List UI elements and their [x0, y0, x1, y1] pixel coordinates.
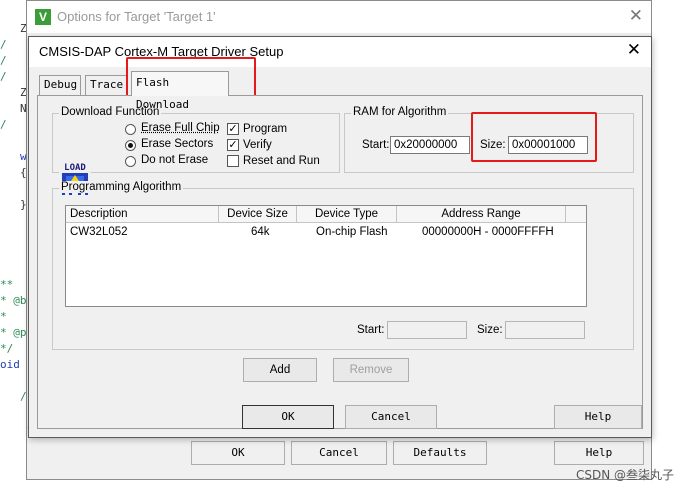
close-icon[interactable]: ✕ [629, 6, 643, 26]
erase-full-chip-radio[interactable] [125, 124, 136, 135]
algo-start-input[interactable] [387, 321, 467, 339]
close-icon[interactable]: ✕ [627, 40, 641, 60]
algo-size-input[interactable] [505, 321, 585, 339]
cell-address-range: 00000000H - 0000FFFFH [422, 226, 554, 238]
code-fragment: * @b [0, 294, 27, 307]
ram-start-label: Start: [362, 139, 390, 151]
cancel-button[interactable]: Cancel [345, 405, 437, 429]
ok-button[interactable]: OK [242, 405, 334, 429]
cell-description: CW32L052 [70, 226, 128, 238]
erase-sectors-radio[interactable] [125, 140, 136, 151]
reset-and-run-checkbox[interactable] [227, 155, 239, 167]
add-button[interactable]: Add [243, 358, 317, 382]
verify-label[interactable]: Verify [243, 139, 272, 151]
code-fragment: / [0, 70, 7, 83]
code-fragment: */ [0, 342, 14, 355]
verify-checkbox[interactable]: ✓ [227, 139, 239, 151]
options-window-title: Options for Target 'Target 1' [57, 9, 216, 24]
tab-trace[interactable]: Trace [85, 75, 127, 95]
help-button[interactable]: Help [554, 405, 642, 429]
options-title-bar[interactable]: V Options for Target 'Target 1' ✕ [27, 1, 651, 33]
highlight-box-size [471, 112, 597, 162]
program-checkbox[interactable]: ✓ [227, 123, 239, 135]
tab-flash-download[interactable]: Flash Download [131, 71, 229, 111]
do-not-erase-label[interactable]: Do not Erase [141, 154, 208, 166]
tab-debug[interactable]: Debug [39, 75, 81, 95]
do-not-erase-radio[interactable] [125, 156, 136, 167]
code-fragment: ** [0, 278, 14, 291]
column-header-filler [566, 206, 586, 223]
code-fragment: / [0, 54, 7, 67]
column-header-address-range[interactable]: Address Range [397, 206, 566, 223]
remove-button[interactable]: Remove [333, 358, 409, 382]
code-fragment: oid [0, 358, 20, 371]
code-fragment: * @p [0, 326, 27, 339]
help-button[interactable]: Help [554, 441, 644, 465]
watermark-text: CSDN @叁柒丸子 [575, 468, 674, 482]
code-editor-strip: Z / / / Z N / w { } ** * @b * * @p */ oi… [0, 0, 27, 491]
code-fragment: * [0, 310, 7, 323]
erase-full-chip-label[interactable]: Erase Full Chip [141, 122, 220, 134]
code-fragment: / [0, 118, 7, 131]
algorithm-table: Description Device Size Device Type Addr… [65, 205, 587, 307]
cancel-button[interactable]: Cancel [291, 441, 387, 465]
column-header-device-size[interactable]: Device Size [219, 206, 297, 223]
load-icon-text: LOAD [64, 163, 86, 173]
keil-logo-icon: V [35, 9, 51, 25]
cell-device-size: 64k [251, 226, 270, 238]
algo-size-label: Size: [477, 324, 503, 336]
dialog-title-bar[interactable]: CMSIS-DAP Cortex-M Target Driver Setup ✕ [29, 37, 651, 67]
column-header-device-type[interactable]: Device Type [297, 206, 397, 223]
column-header-description[interactable]: Description [66, 206, 219, 223]
group-label: Programming Algorithm [59, 181, 184, 193]
defaults-button[interactable]: Defaults [393, 441, 487, 465]
program-label[interactable]: Program [243, 123, 287, 135]
programming-algorithm-group: Programming Algorithm Description Device… [52, 181, 634, 350]
cell-device-type: On-chip Flash [316, 226, 388, 238]
reset-and-run-label[interactable]: Reset and Run [243, 155, 320, 167]
erase-sectors-label[interactable]: Erase Sectors [141, 138, 213, 150]
ram-start-input[interactable]: 0x20000000 [390, 136, 470, 154]
algo-start-label: Start: [357, 324, 385, 336]
group-label: RAM for Algorithm [351, 106, 449, 118]
code-fragment: / [0, 38, 7, 51]
ok-button[interactable]: OK [191, 441, 285, 465]
target-driver-dialog: CMSIS-DAP Cortex-M Target Driver Setup ✕… [28, 36, 652, 438]
